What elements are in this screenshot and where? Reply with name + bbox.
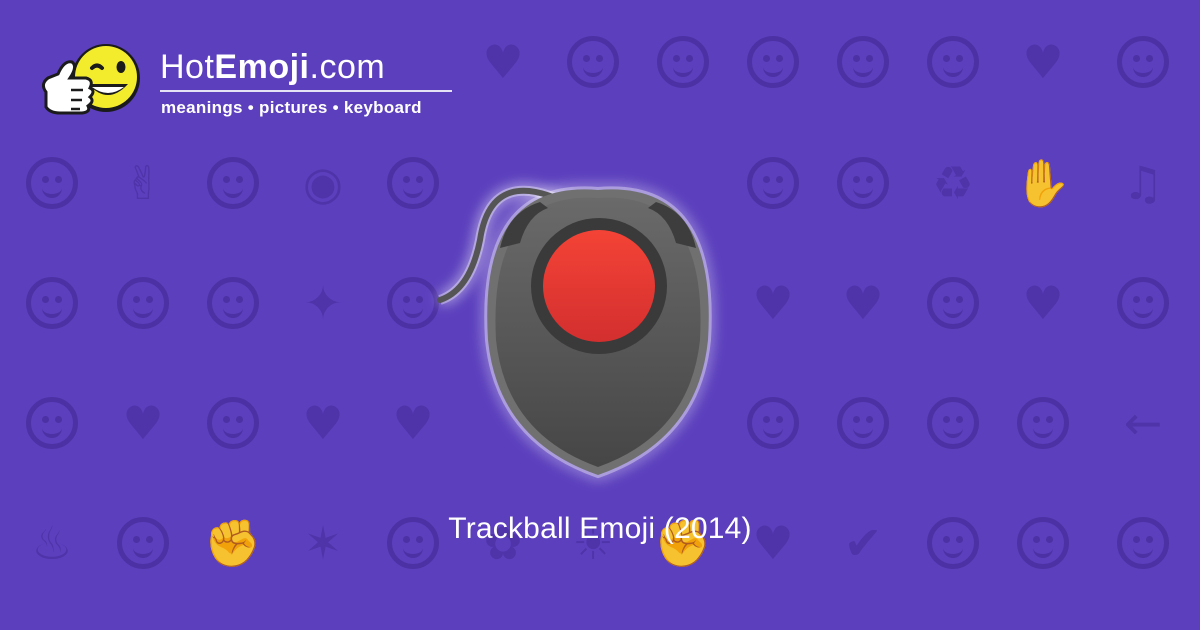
- face-icon: [747, 36, 799, 88]
- left-arrow-icon: ←: [1123, 396, 1163, 450]
- neutral-face-icon: [207, 157, 259, 209]
- smiling-face-icon: [1117, 36, 1169, 88]
- winking-kiss-face-icon: [927, 36, 979, 88]
- tongue-face-icon: [1117, 277, 1169, 329]
- trackball-icon: [437, 185, 712, 479]
- heart-icon: ♥: [482, 35, 524, 89]
- music-notes-icon: ♫: [1122, 156, 1164, 210]
- raising-hands-icon: ✋: [1014, 156, 1072, 210]
- emoji-caption: Trackball Emoji (2014): [448, 512, 752, 545]
- eyes-icon: ◉: [302, 156, 344, 210]
- trackball-emoji: [420, 140, 740, 490]
- face-icon: [657, 36, 709, 88]
- angry-face-icon: [1017, 397, 1069, 449]
- striped-heart-icon: ♥: [1022, 276, 1064, 330]
- screaming-face-icon: [837, 397, 889, 449]
- tired-face-icon: [26, 157, 78, 209]
- two-hearts-icon: ♥: [1022, 35, 1064, 89]
- smiling-devil-icon: [927, 397, 979, 449]
- site-name-prefix: Hot: [160, 48, 215, 86]
- confused-face-icon: [927, 277, 979, 329]
- weary-face-icon: [207, 397, 259, 449]
- site-logo[interactable]: HotEmoji.com meanings • pictures • keybo…: [38, 34, 468, 134]
- ok-hand-icon: ✌: [123, 156, 163, 210]
- recycle-icon: ♻: [932, 156, 974, 210]
- smiling-face-icon: [567, 36, 619, 88]
- monkey-icon: [747, 397, 799, 449]
- striped-heart-icon: ♥: [752, 276, 794, 330]
- broken-heart-icon: ♥: [842, 276, 884, 330]
- site-name-suffix: .com: [309, 48, 386, 86]
- sleeping-face-icon: [26, 277, 78, 329]
- face-icon: [837, 36, 889, 88]
- scream-face-icon: [837, 157, 889, 209]
- sparkles-icon: ✦: [303, 276, 343, 330]
- site-name: HotEmoji.com: [160, 48, 385, 87]
- frowning-face-icon: [26, 397, 78, 449]
- trackball-ball: [543, 230, 655, 342]
- grinning-face-icon: [207, 277, 259, 329]
- heart-arrow-icon: ♥: [122, 396, 164, 450]
- logo-divider: [160, 90, 452, 92]
- revolving-hearts-icon: ♥: [302, 396, 344, 450]
- site-tagline: meanings • pictures • keyboard: [161, 98, 422, 117]
- thumbs-up-wink-mascot-icon: [41, 44, 140, 115]
- site-name-bold: Emoji: [214, 48, 310, 86]
- relieved-face-icon: [747, 157, 799, 209]
- sad-face-icon: [117, 277, 169, 329]
